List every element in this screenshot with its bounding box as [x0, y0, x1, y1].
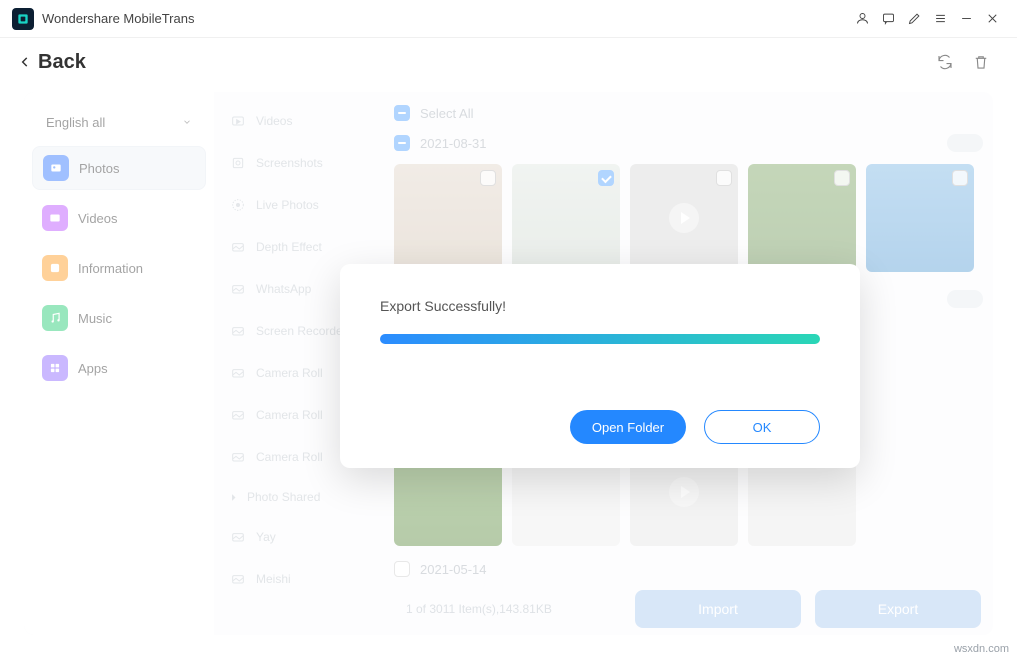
chevron-left-icon	[18, 55, 32, 69]
progress-bar	[380, 334, 820, 344]
open-folder-button[interactable]: Open Folder	[570, 410, 686, 444]
refresh-icon[interactable]	[927, 44, 963, 80]
account-icon[interactable]	[849, 6, 875, 32]
export-success-modal: Export Successfully! Open Folder OK	[340, 264, 860, 468]
back-bar: Back	[0, 38, 1017, 86]
ok-button[interactable]: OK	[704, 410, 820, 444]
modal-title: Export Successfully!	[380, 298, 820, 314]
edit-icon[interactable]	[901, 6, 927, 32]
feedback-icon[interactable]	[875, 6, 901, 32]
close-icon[interactable]	[979, 6, 1005, 32]
titlebar: Wondershare MobileTrans	[0, 0, 1017, 38]
delete-icon[interactable]	[963, 44, 999, 80]
modal-actions: Open Folder OK	[380, 410, 820, 444]
menu-icon[interactable]	[927, 6, 953, 32]
back-label: Back	[38, 51, 86, 74]
watermark: wsxdn.com	[954, 643, 1009, 655]
minimize-icon[interactable]	[953, 6, 979, 32]
back-button[interactable]: Back	[18, 51, 86, 74]
app-title: Wondershare MobileTrans	[42, 11, 194, 26]
app-logo	[12, 8, 34, 30]
